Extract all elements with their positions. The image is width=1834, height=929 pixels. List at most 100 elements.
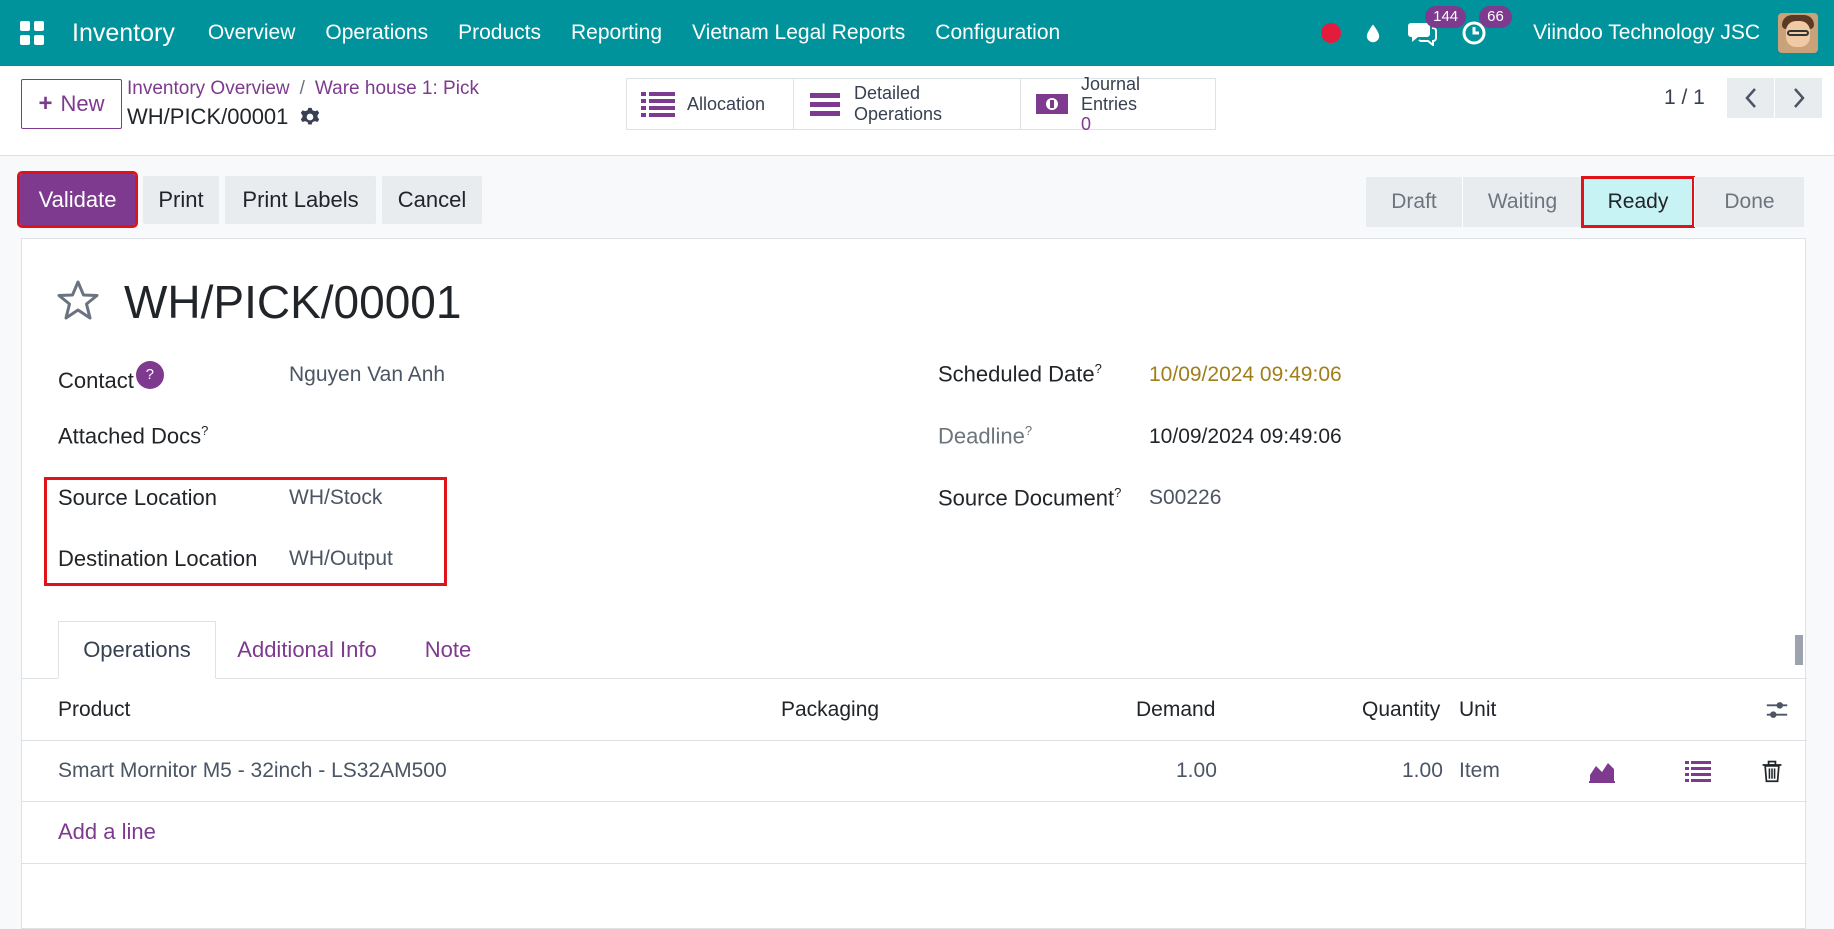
menu-vietnam-legal-reports[interactable]: Vietnam Legal Reports — [677, 0, 920, 66]
new-button[interactable]: + New — [21, 79, 122, 129]
stage-done[interactable]: Done — [1694, 177, 1804, 227]
breadcrumb-separator: / — [299, 78, 305, 99]
table-row[interactable]: Smart Mornitor M5 - 32inch - LS32AM500 1… — [22, 741, 1807, 802]
company-switcher[interactable]: Viindoo Technology JSC — [1533, 21, 1760, 45]
status-stages: Draft Waiting Ready Done — [1366, 176, 1804, 228]
scrollbar[interactable] — [1793, 621, 1805, 677]
chevron-left-icon — [1744, 88, 1756, 108]
deadline-field[interactable]: 10/09/2024 09:49:06 — [1149, 425, 1342, 449]
attached-docs-label-text: Attached Docs — [58, 423, 202, 449]
scheduled-date-field[interactable]: 10/09/2024 09:49:06 — [1149, 363, 1342, 387]
plus-icon: + — [38, 90, 53, 117]
row-demand[interactable]: 1.00 — [1176, 759, 1217, 783]
cancel-button[interactable]: Cancel — [382, 176, 482, 224]
smart-buttons: Allocation Detailed Operations Journal E… — [626, 74, 1216, 134]
top-navbar: Inventory Overview Operations Products R… — [0, 0, 1834, 66]
pager-previous-button[interactable] — [1727, 78, 1775, 118]
messages-icon[interactable]: 144 — [1407, 6, 1467, 46]
source-document-field[interactable]: S00226 — [1149, 486, 1221, 510]
column-product[interactable]: Product — [58, 698, 130, 722]
activities-clock-icon[interactable]: 66 — [1461, 6, 1512, 46]
journal-entries-smart-button[interactable]: Journal Entries 0 — [1021, 74, 1215, 134]
print-labels-button[interactable]: Print Labels — [225, 176, 376, 224]
form-statusbar: Validate Print Print Labels Cancel Draft… — [0, 171, 1834, 228]
main-menu: Overview Operations Products Reporting V… — [193, 0, 1075, 66]
tooltip-mark: ? — [1024, 423, 1033, 438]
column-unit[interactable]: Unit — [1459, 698, 1496, 722]
forecast-chart-icon[interactable] — [1588, 757, 1616, 785]
menu-operations[interactable]: Operations — [310, 0, 443, 66]
bars-icon — [808, 90, 842, 118]
menu-reporting[interactable]: Reporting — [556, 0, 677, 66]
control-panel: + New Inventory Overview / Ware house 1: P… — [0, 66, 1834, 156]
contact-field[interactable]: Nguyen Van Anh — [289, 363, 445, 387]
record-name-label: WH/PICK/00001 — [127, 104, 289, 129]
star-icon[interactable] — [56, 279, 100, 323]
source-location-field[interactable]: WH/Stock — [289, 486, 382, 510]
validate-button[interactable]: Validate — [17, 171, 138, 228]
operations-table-header: Product Packaging Demand Quantity Unit — [22, 680, 1807, 741]
destination-location-field[interactable]: WH/Output — [289, 547, 393, 571]
breadcrumb-current-record: WH/PICK/00001 — [127, 104, 320, 130]
tab-additional-info[interactable]: Additional Info — [222, 621, 392, 679]
journal-entries-count: 0 — [1081, 114, 1092, 134]
stage-draft[interactable]: Draft — [1366, 177, 1462, 227]
stage-ready[interactable]: Ready — [1581, 176, 1695, 228]
trash-icon[interactable] — [1760, 757, 1784, 785]
user-avatar[interactable] — [1778, 13, 1818, 53]
menu-overview[interactable]: Overview — [193, 0, 311, 66]
table-divider — [22, 863, 1807, 864]
breadcrumb: Inventory Overview / Ware house 1: Pick — [127, 78, 479, 100]
gear-icon[interactable] — [300, 107, 320, 127]
new-button-label: New — [60, 91, 105, 116]
detailed-operations-icon[interactable] — [1684, 757, 1712, 785]
tooltip-mark: ? — [201, 423, 209, 438]
pager-value[interactable]: 1 / 1 — [1664, 86, 1705, 110]
tooltip-mark: ? — [1094, 361, 1102, 376]
stage-waiting[interactable]: Waiting — [1462, 177, 1582, 227]
breadcrumb-warehouse-pick[interactable]: Ware house 1: Pick — [315, 78, 479, 99]
attached-docs-label: Attached Docs? — [58, 423, 208, 449]
row-product[interactable]: Smart Mornitor M5 - 32inch - LS32AM500 — [58, 759, 447, 783]
scheduled-date-label-text: Scheduled Date — [938, 361, 1095, 387]
money-icon — [1035, 90, 1069, 118]
journal-entries-label: Journal Entries — [1081, 74, 1141, 114]
journal-entries-text: Journal Entries 0 — [1081, 74, 1201, 134]
systray: 144 66 Viindoo Technology JSC — [1321, 0, 1834, 66]
notebook-tabs: Operations Additional Info Note — [22, 619, 1807, 679]
print-button[interactable]: Print — [143, 176, 219, 224]
tab-operations[interactable]: Operations — [58, 621, 216, 679]
allocation-label: Allocation — [687, 93, 766, 114]
scheduled-date-label: Scheduled Date? — [938, 361, 1102, 387]
menu-products[interactable]: Products — [443, 0, 556, 66]
app-name[interactable]: Inventory — [72, 19, 175, 48]
form-sheet: WH/PICK/00001 Contact? Nguyen Van Anh At… — [21, 238, 1807, 929]
drop-icon[interactable] — [1363, 20, 1383, 46]
column-packaging[interactable]: Packaging — [781, 698, 879, 722]
help-icon[interactable]: ? — [135, 361, 164, 389]
optional-columns-icon[interactable] — [1764, 697, 1790, 723]
tab-note[interactable]: Note — [398, 621, 498, 679]
row-unit[interactable]: Item — [1459, 759, 1500, 783]
column-demand[interactable]: Demand — [1136, 698, 1215, 722]
deadline-label: Deadline? — [938, 423, 1032, 449]
breadcrumb-inventory-overview[interactable]: Inventory Overview — [127, 78, 290, 99]
pager-next-button[interactable] — [1775, 78, 1823, 118]
menu-configuration[interactable]: Configuration — [920, 0, 1075, 66]
messages-count-badge: 144 — [1425, 6, 1467, 28]
add-line-link[interactable]: Add a line — [58, 819, 156, 845]
chevron-right-icon — [1793, 88, 1805, 108]
source-document-label-text: Source Document — [938, 485, 1115, 511]
source-location-label: Source Location — [58, 485, 217, 510]
row-quantity[interactable]: 1.00 — [1402, 759, 1443, 783]
recording-indicator-icon[interactable] — [1321, 23, 1342, 43]
apps-menu-icon[interactable] — [0, 0, 64, 66]
column-quantity[interactable]: Quantity — [1362, 698, 1440, 722]
record-title: WH/PICK/00001 — [124, 276, 462, 328]
deadline-label-text: Deadline — [938, 423, 1025, 449]
tooltip-mark: ? — [1114, 485, 1122, 500]
allocation-smart-button[interactable]: Allocation — [627, 79, 794, 129]
detailed-operations-smart-button[interactable]: Detailed Operations — [794, 79, 1021, 129]
contact-label: Contact? — [58, 361, 164, 394]
detailed-operations-label: Detailed Operations — [854, 83, 943, 124]
